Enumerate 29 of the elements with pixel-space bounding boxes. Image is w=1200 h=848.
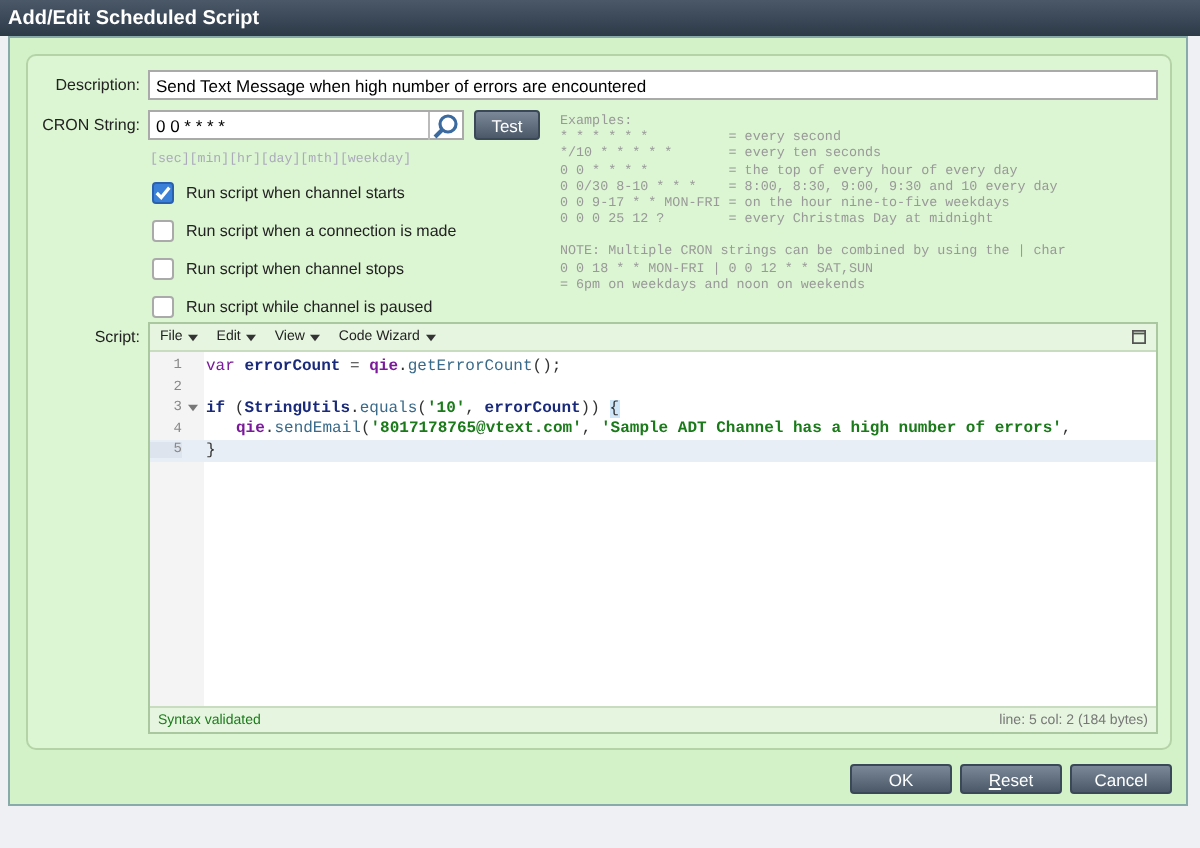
window-title: Add/Edit Scheduled Script	[8, 7, 260, 29]
caret-icon	[425, 333, 436, 341]
dialog-button[interactable]: Reset	[960, 764, 1062, 794]
test-button[interactable]: Test	[474, 110, 540, 140]
field-label: Description:	[53, 76, 142, 94]
dialog-button[interactable]: OK	[850, 764, 952, 794]
caret-icon	[188, 333, 199, 341]
code-line: if (StringUtils.equals('10', errorCount)) {	[204, 399, 620, 418]
search-icon[interactable]	[428, 111, 462, 139]
checkbox-label: Run script when channel stops	[186, 260, 404, 278]
caret-icon	[310, 333, 321, 341]
code-line: var errorCount = qie.getErrorCount();	[204, 357, 562, 376]
dialog-button[interactable]: Cancel	[1070, 764, 1172, 794]
field-label: Script:	[92, 326, 142, 346]
fold-caret-icon[interactable]	[188, 404, 198, 413]
field-label: CRON String:	[40, 116, 142, 134]
checkbox[interactable]	[152, 182, 174, 204]
code-line: qie.sendEmail('8017178765@vtext.com', 'Sample ADT Channel has a high number of errors',	[234, 420, 1072, 439]
checkbox-label: Run script when channel starts	[186, 184, 405, 202]
maximize-icon[interactable]	[1132, 330, 1146, 344]
description-field[interactable]: Send Text Message when high number of errors are encountered	[148, 70, 1158, 100]
code-line: }	[204, 441, 216, 460]
checkbox-label: Run script while channel is paused	[186, 298, 433, 316]
checkbox[interactable]	[152, 258, 174, 280]
checkbox[interactable]	[152, 296, 174, 318]
caret-icon	[246, 333, 257, 341]
cron-field[interactable]: 0 0 * * * *	[148, 110, 464, 140]
checkbox[interactable]	[152, 220, 174, 242]
checkbox-label: Run script when a connection is made	[186, 222, 457, 240]
